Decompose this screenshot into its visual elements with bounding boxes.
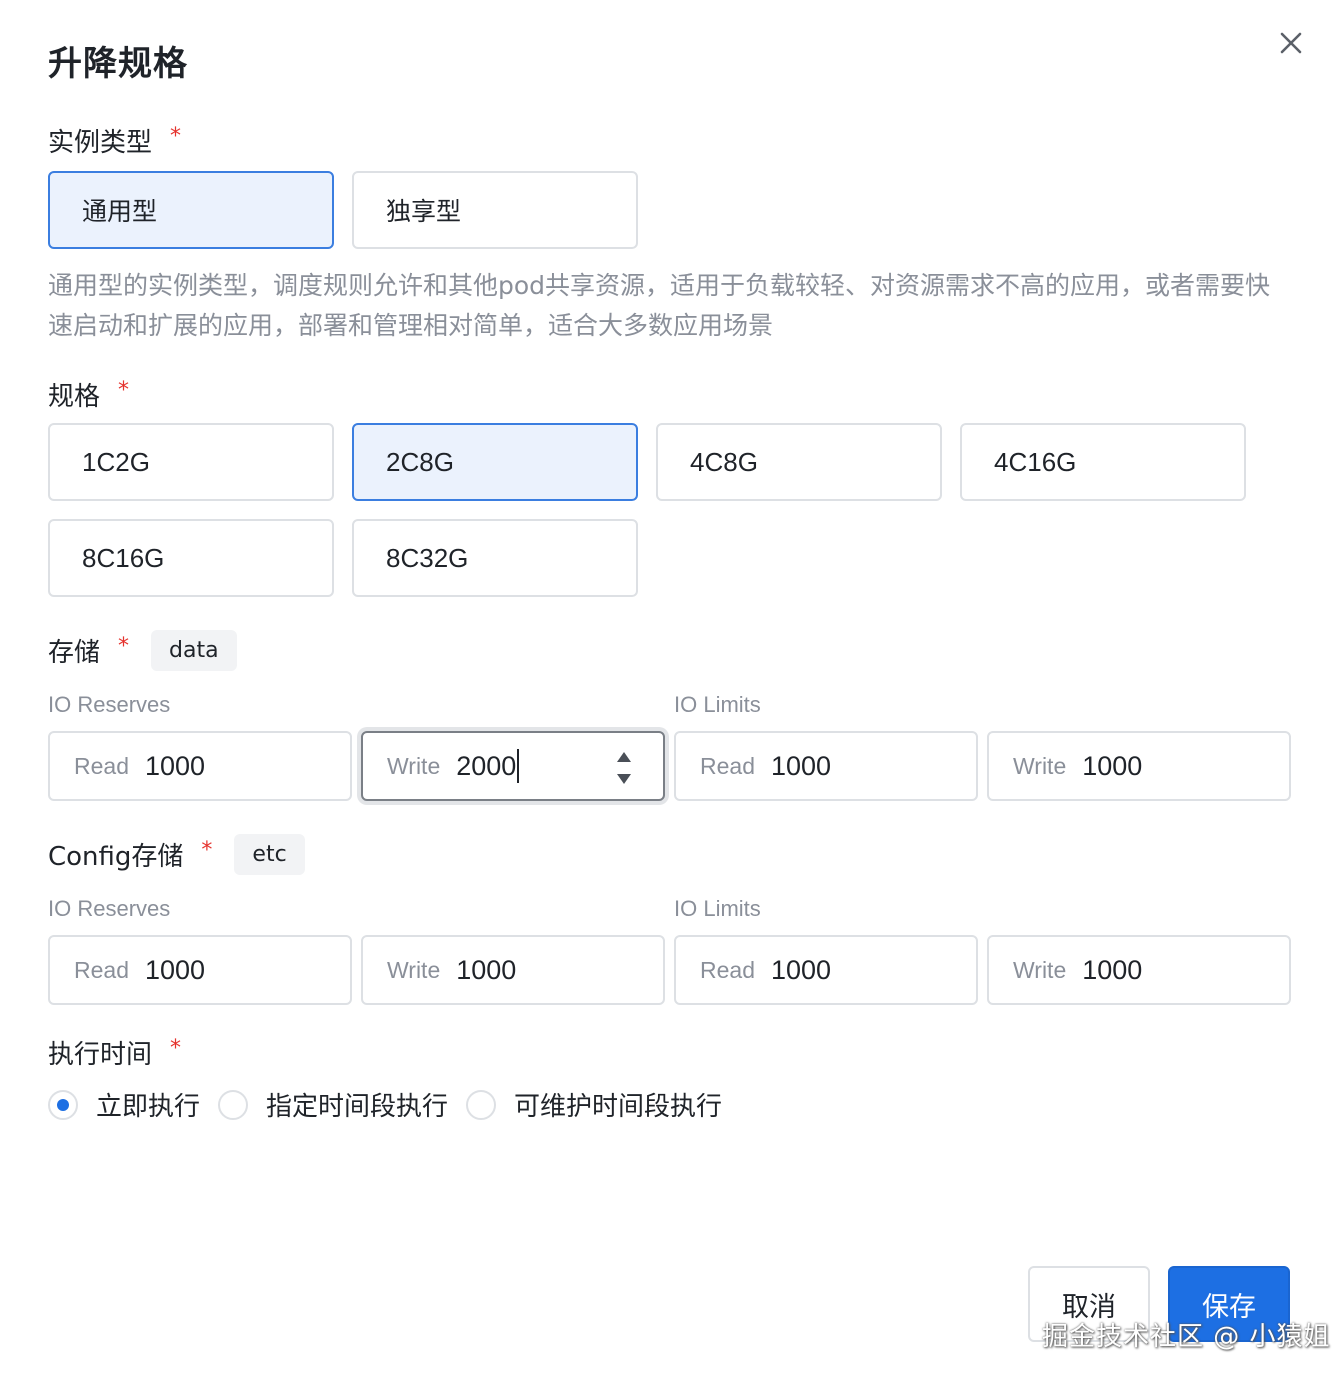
io-limits-label: IO Limits <box>674 896 761 921</box>
exec-time-label: 执行时间 * <box>48 1036 182 1070</box>
radio-maintenance-label[interactable]: 可维护时间段执行 <box>514 1086 722 1123</box>
storage-label: 存储 * data <box>48 630 237 671</box>
spec-option-2c8g[interactable]: 2C8G <box>352 423 638 501</box>
number-stepper[interactable] <box>611 751 637 785</box>
spin-down-icon[interactable] <box>616 773 632 785</box>
text-caret <box>517 749 520 783</box>
required-mark: * <box>170 1036 182 1061</box>
radio-maintenance[interactable] <box>466 1089 497 1120</box>
storage-reserve-write-input[interactable]: Write 2000 <box>361 731 665 801</box>
watermark: 掘金技术社区 @ 小猿姐 <box>1042 1322 1331 1352</box>
storage-reserve-read-input[interactable]: Read 1000 <box>48 731 352 801</box>
config-reserve-write-input[interactable]: Write 1000 <box>361 935 665 1005</box>
config-storage-label: Config存储 * etc <box>48 834 305 875</box>
storage-tag: data <box>151 630 237 671</box>
spec-option-8c32g[interactable]: 8C32G <box>352 519 638 597</box>
instance-type-dedicated[interactable]: 独享型 <box>352 171 638 249</box>
io-reserves-label: IO Reserves <box>48 692 171 717</box>
instance-type-general[interactable]: 通用型 <box>48 171 334 249</box>
spec-option-1c2g[interactable]: 1C2G <box>48 423 334 501</box>
exec-time-radio-group: 立即执行 指定时间段执行 可维护时间段执行 <box>48 1086 740 1123</box>
instance-type-label: 实例类型 * <box>48 124 182 158</box>
radio-scheduled-label[interactable]: 指定时间段执行 <box>266 1086 448 1123</box>
config-limit-read-input[interactable]: Read 1000 <box>674 935 978 1005</box>
io-limits-label: IO Limits <box>674 692 761 717</box>
io-reserves-label: IO Reserves <box>48 896 171 921</box>
radio-scheduled[interactable] <box>218 1089 249 1120</box>
radio-immediate-label[interactable]: 立即执行 <box>96 1086 200 1123</box>
config-reserve-read-input[interactable]: Read 1000 <box>48 935 352 1005</box>
required-mark: * <box>170 124 182 149</box>
config-storage-tag: etc <box>234 834 305 875</box>
spec-option-4c8g[interactable]: 4C8G <box>656 423 942 501</box>
storage-limit-read-input[interactable]: Read 1000 <box>674 731 978 801</box>
radio-immediate[interactable] <box>48 1089 78 1120</box>
config-limit-write-input[interactable]: Write 1000 <box>987 935 1291 1005</box>
required-mark: * <box>118 634 130 659</box>
dialog-title: 升降规格 <box>48 44 188 84</box>
spec-option-4c16g[interactable]: 4C16G <box>960 423 1246 501</box>
spec-label: 规格 * <box>48 378 130 412</box>
required-mark: * <box>118 378 130 403</box>
close-icon[interactable] <box>1276 28 1306 58</box>
spec-option-8c16g[interactable]: 8C16G <box>48 519 334 597</box>
spin-up-icon[interactable] <box>616 751 632 763</box>
storage-limit-write-input[interactable]: Write 1000 <box>987 731 1291 801</box>
instance-type-description: 通用型的实例类型，调度规则允许和其他pod共享资源，适用于负载较轻、对资源需求不… <box>48 271 1271 340</box>
required-mark: * <box>201 838 213 863</box>
